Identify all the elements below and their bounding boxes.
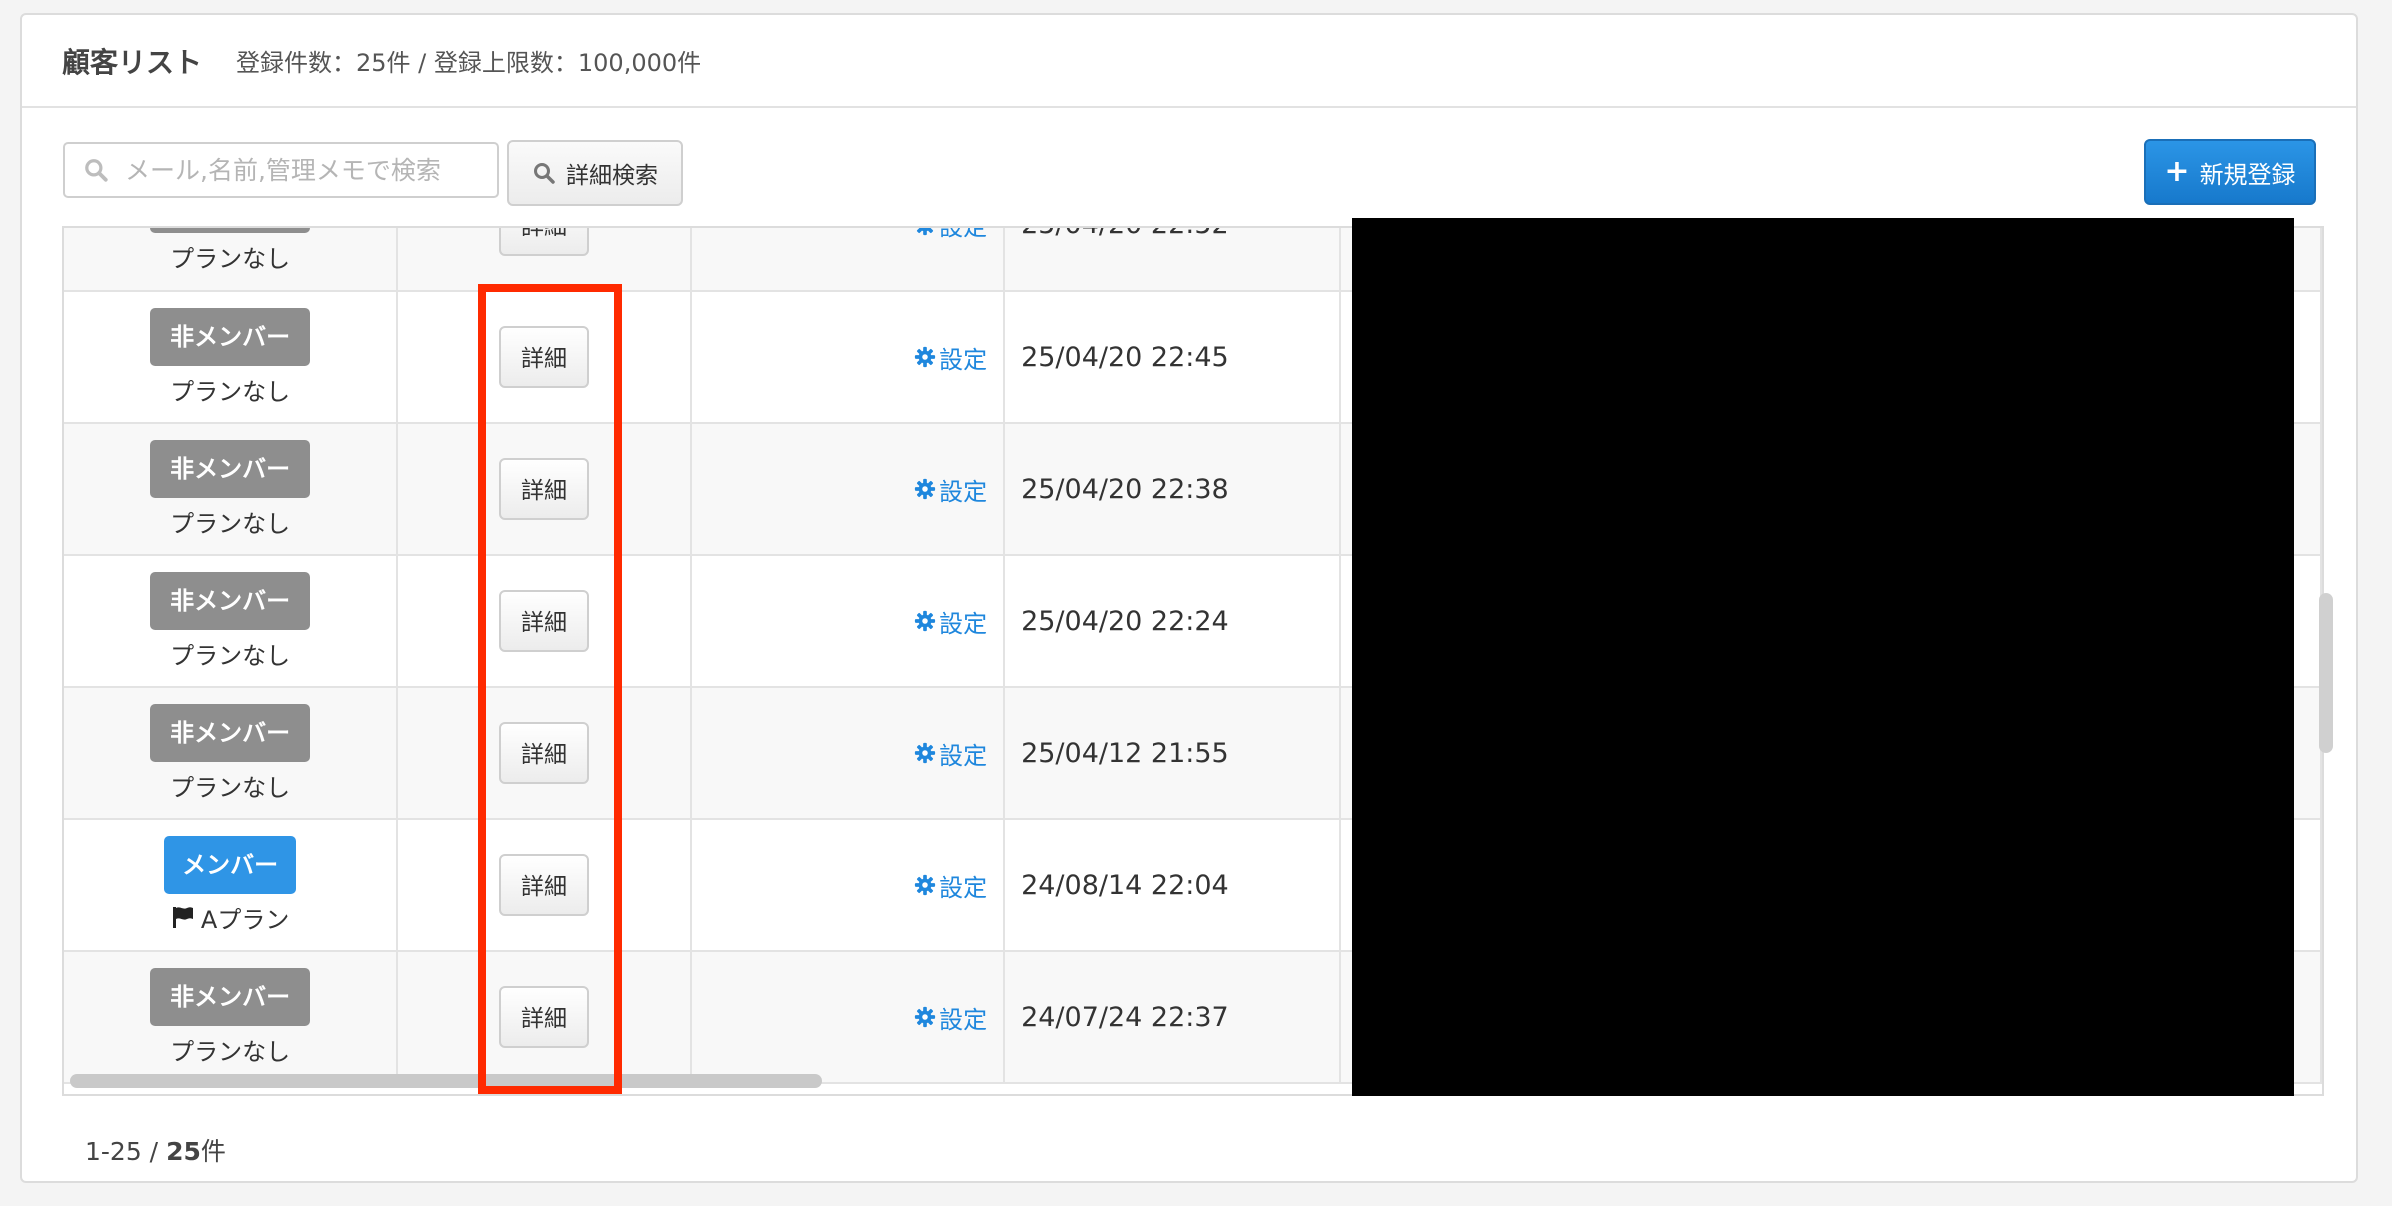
registered-date: 25/04/20 22:52 — [1004, 228, 1341, 292]
settings-label: 設定 — [939, 345, 988, 374]
settings-link[interactable]: 設定 — [914, 1000, 987, 1035]
plan-info: プランなし — [64, 239, 396, 274]
gear-icon — [917, 228, 934, 235]
plan-info: プランなし — [64, 1032, 396, 1067]
status-cell: メンバー Aプラン — [64, 819, 399, 952]
pagination-summary: 1-25 / 25件 — [85, 1132, 226, 1168]
settings-label: 設定 — [939, 873, 988, 902]
status-badge: 非メンバー — [150, 703, 311, 762]
registered-date: 24/08/14 22:04 — [1004, 819, 1341, 952]
settings-link[interactable]: 設定 — [914, 868, 987, 903]
registered-date: 24/07/24 22:37 — [1004, 951, 1341, 1084]
gear-icon — [914, 478, 936, 500]
settings-cell: 設定 — [690, 555, 1006, 688]
horizontal-scrollbar[interactable] — [70, 1074, 822, 1088]
status-badge: メンバー — [164, 835, 297, 894]
settings-link[interactable]: 設定 — [914, 736, 987, 771]
plan-info: プランなし — [64, 504, 396, 539]
highlight-box — [478, 284, 622, 1094]
advanced-search-button[interactable]: 詳細検索 — [507, 140, 683, 206]
redacted-area — [1352, 218, 2294, 1096]
status-cell: 非メンバー プランなし — [64, 951, 399, 1084]
settings-label: 設定 — [939, 741, 988, 770]
plan-label: プランなし — [170, 509, 291, 538]
gear-icon — [914, 874, 936, 896]
search-icon — [85, 159, 108, 182]
settings-cell: 設定 — [690, 687, 1006, 820]
plan-label: プランなし — [170, 773, 291, 802]
gear-icon — [914, 610, 936, 632]
registration-stats: 登録件数：25件 / 登録上限数：100,000件 — [236, 49, 702, 77]
status-cell: 非メンバー プランなし — [64, 423, 399, 556]
settings-label: 設定 — [939, 226, 988, 241]
status-badge: 非メンバー — [150, 307, 311, 366]
plan-label: Aプラン — [200, 905, 290, 934]
settings-cell: 設定 — [690, 819, 1006, 952]
plan-info: Aプラン — [64, 900, 396, 935]
settings-cell: 設定 — [690, 226, 1006, 292]
plan-info: プランなし — [64, 372, 396, 407]
status-cell: 非メンバー プランなし — [64, 228, 399, 292]
flag-icon — [172, 907, 193, 928]
settings-link[interactable]: 設定 — [914, 340, 987, 375]
status-badge: 非メンバー — [150, 228, 311, 233]
registered-date: 25/04/12 21:55 — [1004, 687, 1341, 820]
registered-date: 25/04/20 22:24 — [1004, 555, 1341, 688]
advanced-search-label: 詳細検索 — [566, 163, 658, 189]
plan-label: プランなし — [170, 377, 291, 406]
settings-link[interactable]: 設定 — [914, 226, 988, 242]
page-title: 顧客リスト — [62, 45, 203, 79]
status-badge: 非メンバー — [150, 967, 311, 1026]
settings-link[interactable]: 設定 — [914, 472, 987, 507]
new-registration-button[interactable]: + 新規登録 — [2144, 139, 2316, 205]
status-badge: 非メンバー — [150, 439, 311, 498]
search-box[interactable] — [63, 142, 499, 198]
gear-icon — [914, 346, 936, 368]
search-input[interactable] — [123, 154, 487, 186]
detail-button[interactable]: 詳細 — [499, 228, 589, 256]
pagination-unit: 件 — [200, 1137, 226, 1166]
panel-header: 顧客リスト 登録件数：25件 / 登録上限数：100,000件 — [22, 15, 2356, 108]
settings-label: 設定 — [939, 609, 988, 638]
gear-icon — [914, 742, 936, 764]
plan-info: プランなし — [64, 768, 396, 803]
gear-icon — [914, 1006, 936, 1028]
vertical-scrollbar[interactable] — [2319, 593, 2333, 753]
plan-label: プランなし — [170, 641, 291, 670]
settings-cell: 設定 — [690, 951, 1006, 1084]
plan-label: プランなし — [170, 245, 291, 273]
settings-label: 設定 — [939, 1005, 988, 1034]
detail-cell: 詳細 — [397, 228, 692, 292]
registered-date: 25/04/20 22:45 — [1004, 291, 1341, 424]
status-cell: 非メンバー プランなし — [64, 291, 399, 424]
settings-cell: 設定 — [690, 423, 1006, 556]
new-registration-label: 新規登録 — [2199, 160, 2296, 189]
pagination-total: 25 — [166, 1137, 201, 1166]
settings-link[interactable]: 設定 — [914, 604, 987, 639]
status-badge: 非メンバー — [150, 571, 311, 630]
plan-info: プランなし — [64, 636, 396, 671]
plan-label: プランなし — [170, 1037, 291, 1066]
settings-label: 設定 — [939, 477, 988, 506]
status-cell: 非メンバー プランなし — [64, 555, 399, 688]
search-icon — [534, 163, 555, 184]
pagination-range: 1-25 / — [85, 1137, 167, 1166]
status-cell: 非メンバー プランなし — [64, 687, 399, 820]
registered-date: 25/04/20 22:38 — [1004, 423, 1341, 556]
plus-icon: + — [2164, 154, 2190, 189]
settings-cell: 設定 — [690, 291, 1006, 424]
